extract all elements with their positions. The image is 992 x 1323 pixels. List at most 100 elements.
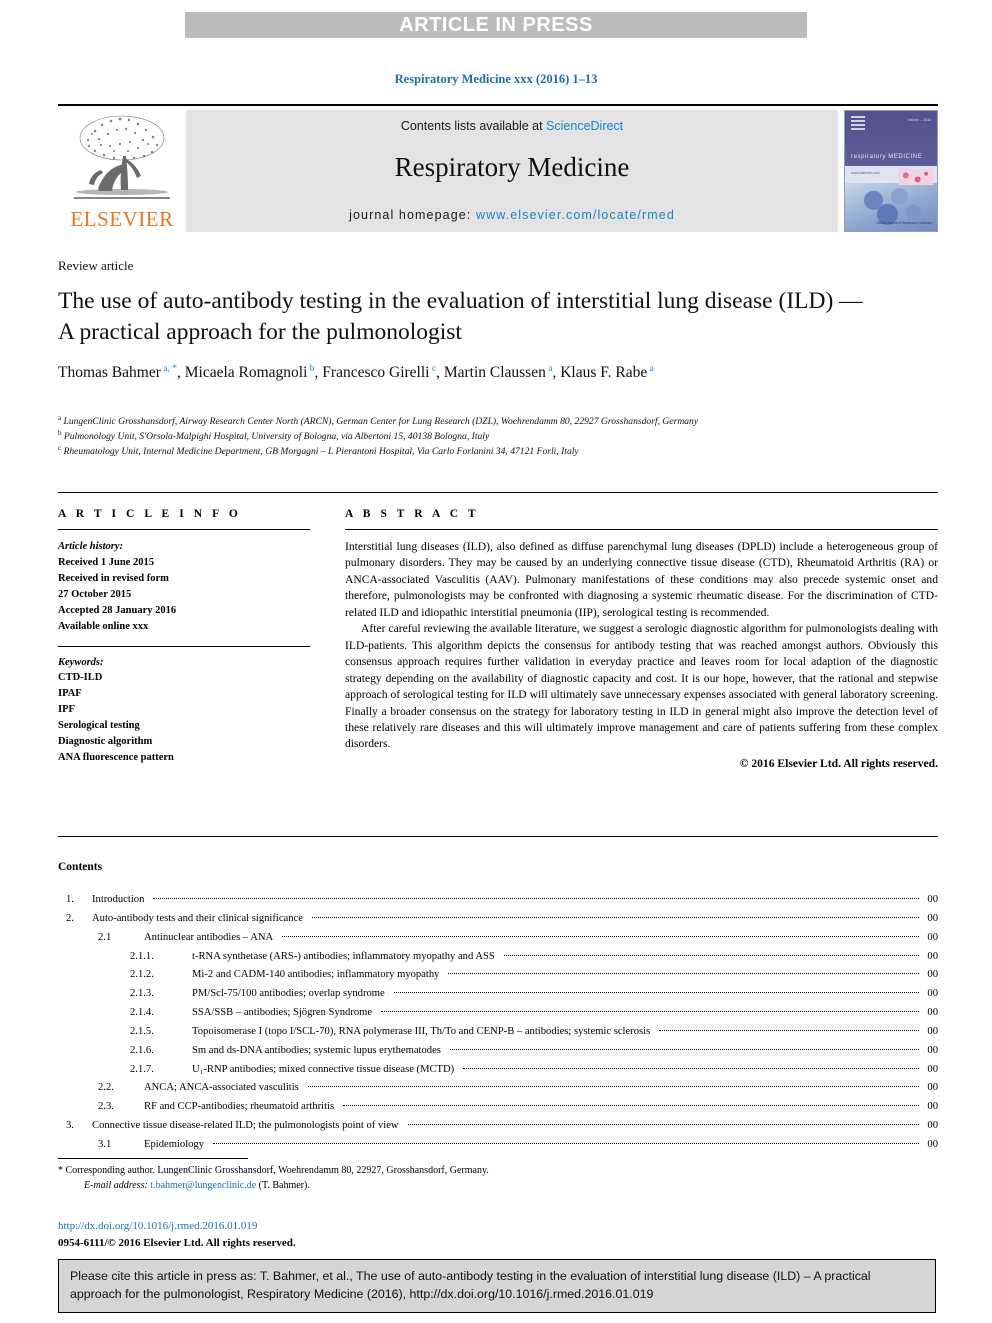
toc-entry-page: 00	[927, 1025, 938, 1037]
author-affiliation-mark: b	[307, 363, 315, 374]
journal-title: Respiratory Medicine	[394, 152, 630, 182]
toc-entry-label: SSA/SSB – antibodies; Sjögren Syndrome	[192, 1007, 373, 1019]
email-owner: (T. Bahmer).	[258, 1180, 310, 1191]
author-affiliation-mark: a	[545, 363, 553, 374]
toc-entry-label: Sm and ds-DNA antibodies; systemic lupus…	[192, 1044, 441, 1056]
abstract-rule	[345, 529, 938, 530]
toc-entry[interactable]: 2.1.2. Mi-2 and CADM-140 antibodies; infl…	[58, 966, 938, 985]
article-history-item: Accepted 28 January 2016	[58, 604, 177, 616]
toc-entry-number: 2.1.6.	[130, 1044, 154, 1056]
toc-entry[interactable]: 2. Auto-antibody tests and their clinical…	[58, 910, 938, 929]
toc-entry-page: 00	[927, 894, 938, 905]
toc-entry-page: 00	[927, 950, 938, 962]
homepage-prefix: journal homepage:	[349, 208, 476, 222]
author-name: Micaela Romagnoli	[184, 364, 308, 382]
contents-lists-prefix: Contents lists available at	[400, 119, 547, 133]
affiliation-list: a LungenClinic Grosshansdorf, Airway Res…	[58, 414, 938, 458]
elsevier-tree-icon	[74, 115, 170, 199]
cover-tagline: www.elsevier.com	[851, 171, 880, 175]
abstract-bottom-rule	[58, 836, 938, 837]
keyword-item: Serological testing	[58, 720, 140, 732]
toc-entry-page: 00	[927, 931, 938, 943]
toc-entry[interactable]: 3.1 Epidemiology 00	[58, 1136, 938, 1155]
toc-entry[interactable]: 2.1.6. Sm and ds-DNA antibodies; systemic…	[58, 1042, 938, 1061]
contents-heading: Contents	[58, 861, 103, 873]
toc-entry-label: Introduction	[92, 894, 145, 905]
toc-entry-page: 00	[927, 1138, 938, 1150]
toc-entry[interactable]: 2.1.5. Topoisomerase I (topo I/SCL-70), R…	[58, 1023, 938, 1042]
toc-entry[interactable]: 1. Introduction 00	[58, 891, 938, 910]
sciencedirect-link[interactable]: ScienceDirect	[546, 119, 623, 133]
email-link[interactable]: t.bahmer@lungenclinic.de	[150, 1180, 256, 1191]
toc-dot-leader	[381, 1011, 920, 1013]
toc-entry[interactable]: 2.1 Antinuclear antibodies – ANA 00	[58, 929, 938, 948]
toc-entry-number: 1.	[66, 894, 74, 905]
cover-footer-text: Official Journal of Respiratory Medicine	[876, 220, 932, 225]
author-name: Martin Claussen	[443, 364, 546, 382]
toc-dot-leader	[213, 1142, 920, 1144]
toc-entry-page: 00	[927, 1044, 938, 1056]
author-list: Thomas Bahmer a, *, Micaela Romagnoli b,…	[58, 363, 654, 382]
author-affiliation-mark: a	[647, 363, 654, 374]
toc-entry[interactable]: 2.1.7. U₁-RNP antibodies; mixed connectiv…	[58, 1061, 938, 1080]
toc-dot-leader	[407, 1124, 920, 1126]
affiliation-mark: b	[58, 428, 62, 437]
corresponding-author-note: * Corresponding author. LungenClinic Gro…	[58, 1165, 489, 1176]
keyword-item: IPF	[58, 704, 75, 716]
journal-homepage-line: journal homepage: www.elsevier.com/locat…	[186, 208, 838, 222]
keywords-list: CTD-ILD IPAF IPF Serological testing Diagnos…	[58, 670, 310, 766]
toc-entry-number: 2.1.1.	[130, 950, 154, 962]
article-info-heading: A R T I C L E I N F O	[58, 508, 242, 520]
toc-entry-number: 2.1.2.	[130, 969, 154, 981]
toc-entry-number: 2.3.	[98, 1101, 114, 1113]
info-abstract-top-rule	[58, 492, 938, 493]
doi-link[interactable]: http://dx.doi.org/10.1016/j.rmed.2016.01…	[58, 1218, 296, 1235]
author-name: Francesco Girelli	[322, 364, 430, 382]
toc-entry-page: 00	[927, 969, 938, 981]
toc-dot-leader	[448, 973, 920, 975]
issn-copyright-line: 0954-6111/© 2016 Elsevier Ltd. All right…	[58, 1236, 296, 1249]
keyword-item: ANA fluorescence pattern	[58, 752, 174, 764]
toc-entry[interactable]: 3. Connective tissue disease-related ILD;…	[58, 1117, 938, 1136]
article-in-press-banner: ARTICLE IN PRESS	[185, 12, 807, 38]
toc-entry-label: Epidemiology	[144, 1138, 205, 1150]
cover-issue-text: Volume ... 2016	[907, 118, 931, 122]
masthead-center-band: Contents lists available at ScienceDirec…	[186, 110, 838, 232]
affiliation-item: a LungenClinic Grosshansdorf, Airway Res…	[58, 414, 699, 428]
abstract-heading: A B S T R A C T	[345, 508, 480, 520]
toc-entry[interactable]: 2.1.4. SSA/SSB – antibodies; Sjögren Synd…	[58, 1004, 938, 1023]
article-history-item: 27 October 2015	[58, 588, 132, 600]
toc-entry-label: t-RNA synthetase (ARS-) antibodies; infl…	[192, 950, 495, 962]
toc-entry-label: PM/Scl-75/100 antibodies; overlap syndro…	[192, 988, 385, 1000]
journal-masthead: ELSEVIER Contents lists available at Sci…	[58, 104, 938, 232]
toc-entry[interactable]: 2.2. ANCA; ANCA-associated vasculitis 00	[58, 1079, 938, 1098]
author-name: Klaus F. Rabe	[560, 364, 648, 382]
toc-dot-leader	[311, 916, 920, 918]
running-head: Respiratory Medicine xxx (2016) 1–13	[394, 72, 598, 86]
toc-entry-number: 2.1.5.	[130, 1025, 154, 1037]
toc-entry-number: 2.1.4.	[130, 1007, 154, 1019]
footnote-rule	[58, 1158, 248, 1159]
citation-text: Please cite this article in press as: T.…	[70, 1269, 871, 1301]
toc-entry-number: 2.	[66, 912, 74, 924]
journal-homepage-link[interactable]: www.elsevier.com/locate/rmed	[476, 208, 675, 222]
email-note: E-mail address: t.bahmer@lungenclinic.de…	[58, 1178, 678, 1193]
toc-entry[interactable]: 2.3. RF and CCP-antibodies; rheumatoid ar…	[58, 1098, 938, 1117]
toc-entry-label: RF and CCP-antibodies; rheumatoid arthri…	[144, 1101, 335, 1113]
toc-dot-leader	[463, 1067, 920, 1069]
toc-entry[interactable]: 2.1.1. t-RNA synthetase (ARS-) antibodies…	[58, 948, 938, 967]
article-history-list: Received 1 June 2015 Received in revised …	[58, 555, 310, 635]
elsevier-wordmark: ELSEVIER	[70, 207, 174, 231]
table-of-contents: 1. Introduction 00 2. Auto-antibody tests an…	[58, 891, 938, 1155]
article-type-kicker: Review article	[58, 258, 134, 273]
toc-dot-leader	[659, 1029, 920, 1031]
abstract-paragraph: After careful reviewing the available li…	[345, 622, 938, 751]
affiliation-mark: a	[58, 414, 62, 422]
toc-entry-number: 2.1.3.	[130, 988, 154, 1000]
toc-entry[interactable]: 2.1.3. PM/Scl-75/100 antibodies; overlap …	[58, 985, 938, 1004]
toc-entry-number: 2.1.7.	[130, 1063, 154, 1075]
affiliation-item: c Rheumatology Unit, Internal Medicine D…	[58, 443, 579, 457]
toc-dot-leader	[503, 954, 920, 956]
keywords-rule	[58, 645, 310, 647]
article-history-item: Received 1 June 2015	[58, 556, 154, 568]
